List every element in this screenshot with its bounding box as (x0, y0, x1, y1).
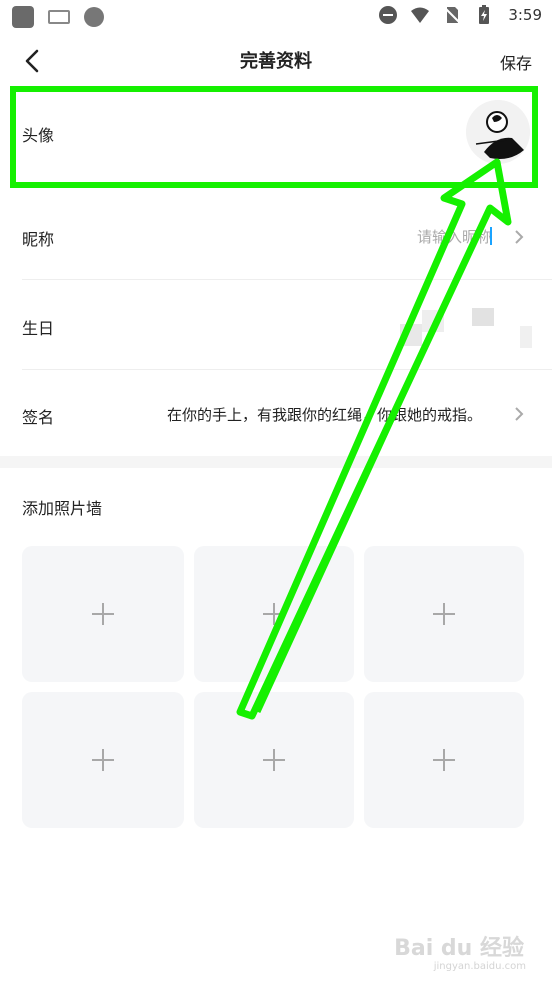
avatar[interactable] (466, 100, 530, 164)
nickname-row[interactable]: 昵称 请输入昵称 (0, 190, 552, 280)
no-sim-icon (443, 6, 462, 24)
plus-icon (92, 603, 114, 625)
app-square-icon (12, 6, 34, 28)
nav-bar: 完善资料 保存 (0, 34, 552, 86)
birthday-value-blurred (520, 326, 532, 348)
avatar-image (466, 100, 530, 164)
plus-icon (263, 603, 285, 625)
birthday-value-blurred (422, 310, 444, 332)
birthday-label: 生日 (22, 319, 55, 338)
sync-icon (84, 7, 104, 27)
section-gap (0, 456, 552, 468)
watermark-url: jingyan.baidu.com (433, 961, 526, 972)
photo-wall-title: 添加照片墙 (22, 499, 103, 518)
plus-icon (92, 749, 114, 771)
birthday-row[interactable]: 生日 (0, 280, 552, 370)
plus-icon (433, 603, 455, 625)
status-left-icons (12, 6, 104, 28)
signature-value: 在你的手上，有我跟你的红绳，你跟她的戒指。 (166, 406, 482, 424)
do-not-disturb-icon (379, 6, 398, 24)
birthday-value-blurred (472, 308, 494, 326)
avatar-label: 头像 (22, 126, 55, 145)
text-cursor (490, 227, 492, 245)
add-photo-tile[interactable] (364, 692, 524, 828)
add-photo-tile[interactable] (22, 546, 184, 682)
avatar-row[interactable]: 头像 (0, 86, 552, 180)
signature-row[interactable]: 签名 在你的手上，有我跟你的红绳，你跟她的戒指。 (0, 370, 552, 456)
save-button[interactable]: 保存 (500, 50, 532, 74)
add-photo-tile[interactable] (194, 692, 354, 828)
chevron-right-icon (515, 407, 524, 421)
add-photo-tile[interactable] (364, 546, 524, 682)
birthday-value-blurred (400, 324, 422, 346)
chevron-right-icon (515, 230, 524, 244)
add-photo-tile[interactable] (194, 546, 354, 682)
signature-label: 签名 (22, 408, 55, 427)
watermark-logo: Bai du 经验 (394, 936, 524, 961)
plus-icon (433, 749, 455, 771)
add-photo-tile[interactable] (22, 692, 184, 828)
plus-icon (263, 749, 285, 771)
nickname-input[interactable]: 请输入昵称 (417, 226, 492, 247)
status-right-icons: 3:59 (378, 5, 542, 25)
battery-charging-icon (479, 5, 490, 24)
keyboard-icon (48, 10, 70, 24)
clock: 3:59 (508, 6, 542, 24)
page-title: 完善资料 (240, 51, 312, 72)
nickname-label: 昵称 (22, 230, 55, 249)
status-bar: 3:59 (0, 0, 552, 34)
wifi-icon (411, 7, 430, 23)
